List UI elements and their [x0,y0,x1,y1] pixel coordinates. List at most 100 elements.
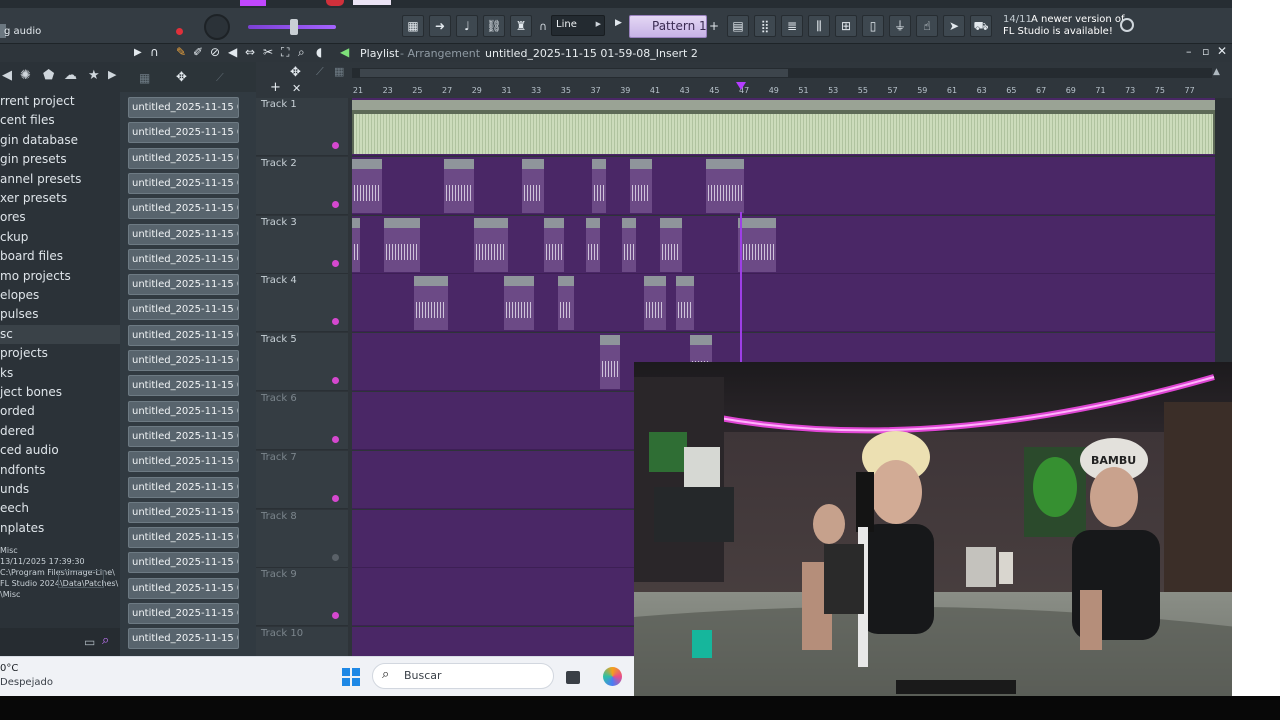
pattern-item[interactable]: untitled_2025-11-15 01-.. [128,223,239,245]
audio-clip[interactable] [544,217,564,272]
track-header[interactable]: Track 3 [256,215,348,274]
speaker-icon[interactable]: ◖ [316,45,322,59]
audio-clip[interactable] [622,217,636,272]
grid-tool-icon[interactable]: ▦ [334,65,344,78]
pencil-icon[interactable]: ✎ [176,45,186,59]
close-button[interactable]: ✕ [1217,44,1227,58]
channel-rack-icon[interactable]: ⣿ [754,15,776,37]
browser-item[interactable]: gin database [0,131,78,150]
track-header[interactable]: Track 8 [256,509,348,568]
slice-icon[interactable]: ✂ [263,45,273,59]
track-header[interactable]: Track 4 [256,274,348,333]
audio-clip[interactable]: un.. [352,158,382,213]
slip-icon[interactable]: ⇔ [245,45,255,59]
browser-item[interactable]: ndfonts [0,461,45,480]
master-volume-knob[interactable] [204,14,230,40]
star-icon[interactable]: ★ [88,68,100,83]
audio-clip[interactable] [644,276,666,331]
taskbar-search-box[interactable]: ⌕ Buscar [372,663,554,689]
audio-clip[interactable]: un..2 [414,276,448,331]
browser-item[interactable]: ks [0,364,13,383]
audio-clip[interactable] [352,217,360,272]
mixer-icon[interactable]: ⫼ [808,15,830,37]
browser-item[interactable]: ores [0,208,26,227]
audio-clip[interactable] [660,217,682,272]
pattern-item[interactable]: untitled_2025-11-15 01-.. [128,628,239,650]
audio-clip[interactable]: un.. [444,158,474,213]
store-icon[interactable]: ⛟ [970,15,992,37]
pattern-item[interactable]: untitled_2025-11-15 01-.. [128,299,239,321]
pattern-item[interactable]: untitled_2025-11-15 01-.. [128,324,239,346]
metronome-icon[interactable]: ♜ [510,15,532,37]
track-mute-led[interactable] [332,259,339,267]
stop-button-red[interactable] [326,0,344,6]
track-mute-led[interactable] [332,318,339,326]
pattern-item[interactable]: untitled_2025-11-15 01-.. [128,375,239,397]
grid-icon[interactable]: ▦ [139,71,150,85]
minimize-button[interactable]: – [1186,45,1192,58]
browser-item[interactable]: rrent project [0,92,75,111]
browser-item[interactable]: nplates [0,519,44,538]
audio-clip[interactable] [600,335,620,390]
play-arrow-icon[interactable]: ▶ [134,47,142,58]
browser-item[interactable]: ject bones [0,383,62,402]
track-header[interactable]: Track 7 [256,450,348,509]
cloud-icon[interactable]: ☁ [64,68,77,83]
add-track-icon[interactable]: + [270,80,281,95]
pattern-item[interactable]: untitled_2025-11-15 01-.. [128,147,239,169]
track-mute-led[interactable] [332,142,339,149]
track-lane[interactable] [352,274,1215,333]
pattern-item[interactable]: untitled_2025-11-15 01-.. [128,451,239,473]
track-mute-led[interactable] [332,612,339,620]
touch-icon[interactable]: ☝ [916,15,938,37]
audio-clip[interactable]: proyect 88 d#menor 146 [352,100,1215,154]
link-faded-icon[interactable]: ⟋ [216,71,224,85]
pitch-slider-handle[interactable] [290,19,298,35]
audio-clip[interactable]: unt..2 [474,217,508,272]
plugin-picker-icon[interactable]: ⊞ [835,15,857,37]
pattern-item[interactable]: untitled_2025-11-15 01-.. [128,400,239,422]
piano-roll-view-icon[interactable]: ≣ [781,15,803,37]
playlist-icon[interactable]: ▤ [727,15,749,37]
pattern-item[interactable]: untitled_2025-11-15 01-.. [128,527,239,549]
piano-roll-icon[interactable]: ▦ [402,15,424,37]
track-header[interactable]: Track 1 [256,98,348,156]
browser-item[interactable]: sc [0,324,120,344]
audio-clip[interactable] [586,217,600,272]
maximize-button[interactable]: ▫ [1202,45,1209,58]
globe-icon[interactable] [1120,18,1134,32]
browser-item[interactable]: projects [0,344,48,363]
close-track-icon[interactable]: ✕ [292,82,301,95]
magnet-icon[interactable]: ∩ [539,20,547,33]
pattern-item[interactable]: untitled_2025-11-15 01-.. [128,350,239,371]
audio-clip[interactable] [558,276,574,331]
audio-clip[interactable] [630,158,652,213]
browser-item[interactable]: eech [0,499,29,518]
record-led[interactable] [176,28,183,35]
pattern-item[interactable]: untitled_2025-11-15 01-.. [128,274,239,296]
track-mute-led[interactable] [332,436,339,443]
audio-clip[interactable] [522,158,544,213]
audio-clip[interactable]: unt..2 [738,217,776,272]
track-header[interactable]: Track 5 [256,333,348,392]
windows-start-icon[interactable] [342,668,360,686]
browser-item[interactable]: cent files [0,111,55,130]
audio-clip[interactable] [592,158,606,213]
track-lane[interactable] [352,156,1215,215]
pattern-item[interactable]: untitled_2025-11-15 01-.. [128,172,239,194]
audio-clip[interactable] [676,276,694,331]
audio-clip[interactable]: unt..t 2 [706,158,744,213]
plugin-icon[interactable]: ⏚ [889,15,911,37]
refresh-icon[interactable]: ✺ [20,68,31,83]
pattern-item[interactable]: untitled_2025-11-15 01-.. [128,603,239,624]
arrow-right-icon[interactable]: ➜ [429,15,451,37]
task-view-icon[interactable] [566,671,580,684]
zoom-tool-icon[interactable]: ⟋ [316,65,324,79]
pattern-item[interactable]: untitled_2025-11-15 01-.. [128,198,239,220]
browser-item[interactable]: ckup [0,228,28,247]
audio-clip[interactable]: unt..2 [384,217,420,272]
track-header[interactable]: Track 2 [256,156,348,215]
pattern-item[interactable]: untitled_2025-11-15 01-.. [128,248,239,270]
pattern-item[interactable]: untitled_2025-11-15 01-.. [128,552,239,574]
zoom-icon[interactable]: ⌕ [298,45,305,60]
